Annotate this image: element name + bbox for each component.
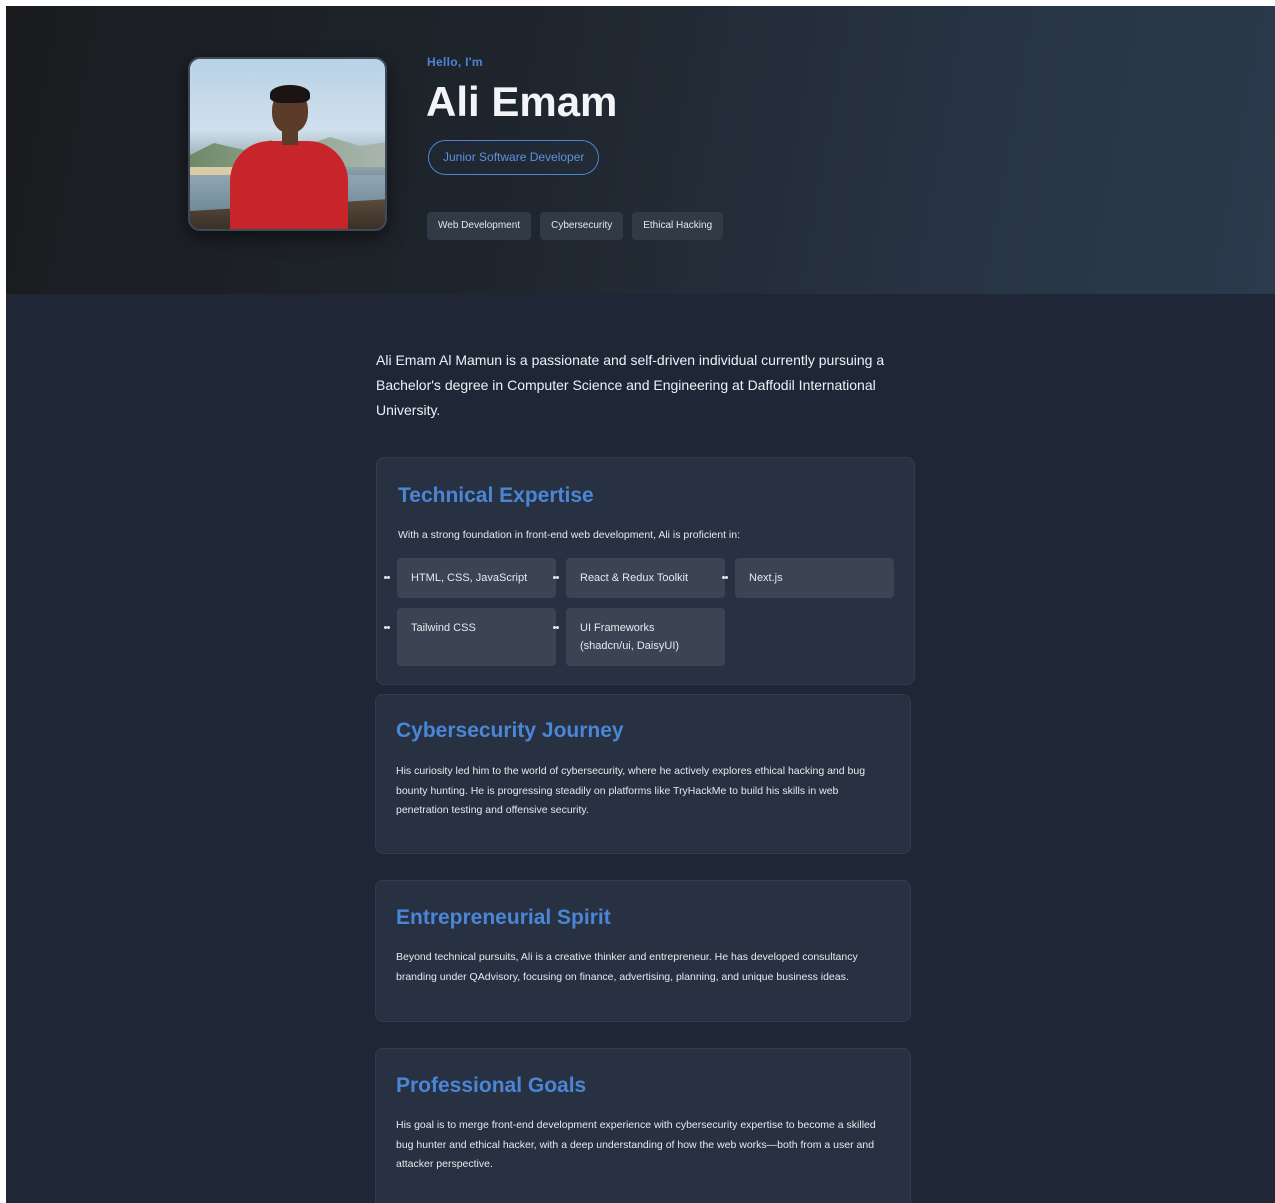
entrepreneurial-spirit-card: Entrepreneurial Spirit Beyond technical …	[375, 880, 911, 1022]
professional-goals-card: Professional Goals His goal is to merge …	[375, 1048, 911, 1203]
entrepreneurial-spirit-text: Beyond technical pursuits, Ali is a crea…	[396, 951, 858, 983]
professional-goals-text: His goal is to merge front-end developme…	[396, 1119, 876, 1170]
list-item: UI Frameworks (shadcn/ui, DaisyUI)	[556, 608, 725, 666]
list-item: Next.js	[725, 558, 894, 598]
cybersecurity-journey-title: Cybersecurity Journey	[396, 719, 624, 742]
list-item: Tailwind CSS	[387, 608, 556, 666]
role-badge: Junior Software Developer	[428, 140, 600, 175]
interest-tags: Web Development Cybersecurity Ethical Ha…	[427, 212, 724, 240]
technical-expertise-title: Technical Expertise	[398, 484, 594, 507]
bio-paragraph: Ali Emam Al Mamun is a passionate and se…	[376, 352, 885, 418]
profile-page: Hello, I'm Ali Emam Junior Software Deve…	[6, 6, 1275, 1203]
greeting-text: Hello, I'm	[427, 55, 483, 69]
technical-expertise-card: Technical Expertise With a strong founda…	[376, 457, 915, 685]
profile-photo	[188, 57, 387, 231]
skills-list: HTML, CSS, JavaScript React & Redux Tool…	[387, 558, 894, 666]
hero-section: Hello, I'm Ali Emam Junior Software Deve…	[6, 6, 1275, 294]
list-item: HTML, CSS, JavaScript	[387, 558, 556, 598]
cybersecurity-journey-card: Cybersecurity Journey His curiosity led …	[375, 694, 911, 854]
tag-cybersecurity: Cybersecurity	[540, 212, 624, 240]
list-item: React & Redux Toolkit	[556, 558, 725, 598]
tag-web-development: Web Development	[427, 212, 532, 240]
tag-ethical-hacking: Ethical Hacking	[632, 212, 724, 240]
technical-expertise-intro: With a strong foundation in front-end we…	[398, 529, 741, 541]
professional-goals-title: Professional Goals	[396, 1074, 587, 1097]
profile-name: Ali Emam	[426, 78, 618, 125]
entrepreneurial-spirit-title: Entrepreneurial Spirit	[396, 906, 611, 929]
cybersecurity-journey-text: His curiosity led him to the world of cy…	[396, 765, 866, 816]
